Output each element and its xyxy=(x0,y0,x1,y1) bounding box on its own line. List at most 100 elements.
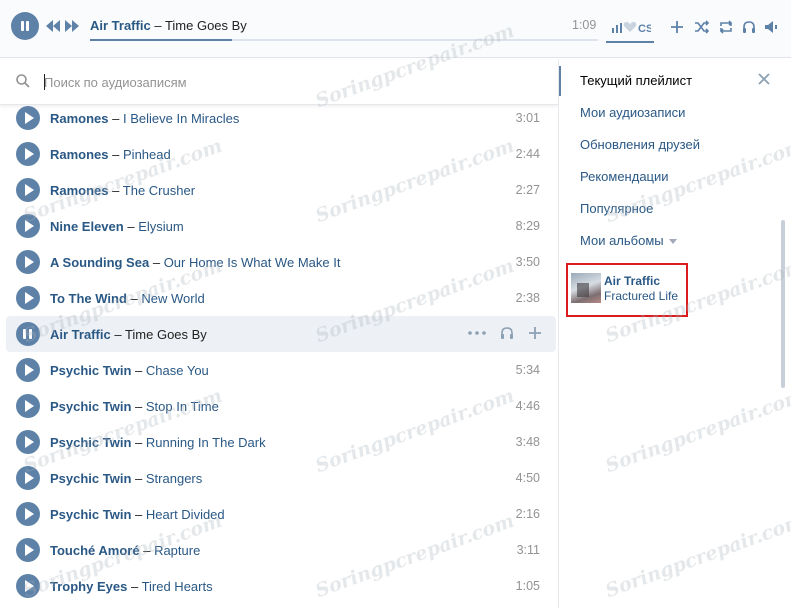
track-title[interactable]: Elysium xyxy=(138,219,184,234)
progress-slider[interactable] xyxy=(90,39,598,41)
track-row[interactable]: Psychic Twin – Running In The Dark 3:48 xyxy=(6,424,556,460)
volume-heart-icon[interactable]: CS xyxy=(611,20,651,34)
play-icon[interactable] xyxy=(16,106,40,130)
close-icon[interactable] xyxy=(758,73,770,85)
sidebar-item-recommendations[interactable]: Рекомендации xyxy=(580,169,669,184)
play-icon[interactable] xyxy=(16,394,40,418)
track-row[interactable]: Nine Eleven – Elysium 8:29 xyxy=(6,208,556,244)
sidebar-item-popular[interactable]: Популярное xyxy=(580,201,653,216)
track-row[interactable]: Ramones – Pinhead 2:44 xyxy=(6,136,556,172)
track-title[interactable]: Stop In Time xyxy=(146,399,219,414)
album-artist: Air Traffic xyxy=(604,274,661,288)
speaker-icon[interactable] xyxy=(764,20,778,34)
play-icon[interactable] xyxy=(16,466,40,490)
album-title: Fractured Life xyxy=(604,289,679,303)
headphones-icon[interactable] xyxy=(500,326,514,340)
track-separator: – xyxy=(135,435,143,450)
play-icon[interactable] xyxy=(16,286,40,310)
track-row[interactable]: A Sounding Sea – Our Home Is What We Mak… xyxy=(6,244,556,280)
track-title[interactable]: Strangers xyxy=(146,471,202,486)
track-artist[interactable]: Psychic Twin xyxy=(50,399,131,414)
track-title[interactable]: New World xyxy=(141,291,204,306)
sidebar-item-my-audio[interactable]: Мои аудиозаписи xyxy=(580,105,685,120)
track-separator: – xyxy=(135,471,143,486)
now-playing-title[interactable]: Air Traffic – Time Goes By xyxy=(90,18,247,33)
track-title[interactable]: Our Home Is What We Make It xyxy=(164,255,341,270)
play-icon[interactable] xyxy=(16,502,40,526)
play-icon[interactable] xyxy=(16,214,40,238)
shuffle-icon[interactable] xyxy=(694,20,710,34)
track-separator: – xyxy=(112,147,120,162)
track-text: Nine Eleven – Elysium xyxy=(50,219,184,234)
search-input[interactable] xyxy=(38,69,538,95)
add-icon[interactable] xyxy=(528,326,542,340)
track-artist[interactable]: Ramones xyxy=(50,147,109,162)
track-text: Ramones – Pinhead xyxy=(50,147,171,162)
repeat-icon[interactable] xyxy=(718,20,734,34)
play-icon[interactable] xyxy=(16,574,40,598)
next-icon[interactable] xyxy=(65,20,79,32)
play-icon[interactable] xyxy=(16,538,40,562)
track-row[interactable]: Psychic Twin – Heart Divided 2:16 xyxy=(6,496,556,532)
track-artist[interactable]: To The Wind xyxy=(50,291,127,306)
track-title[interactable]: The Crusher xyxy=(123,183,195,198)
more-icon[interactable] xyxy=(468,331,486,335)
pause-icon[interactable] xyxy=(16,322,40,346)
play-icon[interactable] xyxy=(16,250,40,274)
now-playing-time[interactable]: 1:09 xyxy=(572,18,596,32)
track-title[interactable]: Time Goes By xyxy=(125,327,207,342)
track-title[interactable]: Rapture xyxy=(154,543,200,558)
add-icon[interactable] xyxy=(670,20,684,34)
track-row[interactable]: Psychic Twin – Stop In Time 4:46 xyxy=(6,388,556,424)
track-row[interactable]: Ramones – The Crusher 2:27 xyxy=(6,172,556,208)
track-title[interactable]: Chase You xyxy=(146,363,209,378)
sidebar-item-friends-updates[interactable]: Обновления друзей xyxy=(580,137,700,152)
track-artist[interactable]: A Sounding Sea xyxy=(50,255,149,270)
track-row[interactable]: Ramones – I Believe In Miracles 3:01 xyxy=(6,100,556,136)
track-separator: – xyxy=(143,543,151,558)
track-artist[interactable]: Ramones xyxy=(50,183,109,198)
track-artist[interactable]: Psychic Twin xyxy=(50,507,131,522)
track-title[interactable]: Heart Divided xyxy=(146,507,225,522)
track-title[interactable]: Running In The Dark xyxy=(146,435,266,450)
play-icon[interactable] xyxy=(16,142,40,166)
sidebar-item-current-playlist[interactable]: Текущий плейлист xyxy=(580,73,692,88)
track-row[interactable]: Psychic Twin – Chase You 5:34 xyxy=(6,352,556,388)
track-title[interactable]: Pinhead xyxy=(123,147,171,162)
track-artist[interactable]: Nine Eleven xyxy=(50,219,124,234)
track-separator: – xyxy=(127,219,135,234)
track-artist[interactable]: Psychic Twin xyxy=(50,435,131,450)
track-title[interactable]: Tired Hearts xyxy=(142,579,213,594)
track-title[interactable]: I Believe In Miracles xyxy=(123,111,239,126)
track-artist[interactable]: Air Traffic xyxy=(50,327,111,342)
track-row[interactable]: Trophy Eyes – Tired Hearts 1:05 xyxy=(6,568,556,604)
prev-icon[interactable] xyxy=(46,20,60,32)
chevron-down-icon xyxy=(668,239,677,245)
track-artist[interactable]: Trophy Eyes xyxy=(50,579,127,594)
sidebar-item-my-albums[interactable]: Мои альбомы xyxy=(580,233,677,248)
track-text: Air Traffic – Time Goes By xyxy=(50,327,207,342)
pause-icon[interactable] xyxy=(11,12,39,40)
album-card[interactable]: Air Traffic Fractured Life xyxy=(566,263,688,317)
track-artist[interactable]: Ramones xyxy=(50,111,109,126)
track-row[interactable]: Air Traffic – Time Goes By xyxy=(6,316,556,352)
track-row[interactable]: To The Wind – New World 2:38 xyxy=(6,280,556,316)
now-playing-artist[interactable]: Air Traffic xyxy=(90,18,151,33)
track-artist[interactable]: Psychic Twin xyxy=(50,471,131,486)
play-icon[interactable] xyxy=(16,178,40,202)
track-duration: 3:01 xyxy=(515,111,540,125)
scrollbar[interactable] xyxy=(781,220,785,388)
track-separator: – xyxy=(135,507,143,522)
audio-app: Air Traffic – Time Goes By 1:09 CS Поиск… xyxy=(0,0,791,608)
track-artist[interactable]: Touché Amoré xyxy=(50,543,140,558)
track-row[interactable]: Touché Amoré – Rapture 3:11 xyxy=(6,532,556,568)
track-artist[interactable]: Psychic Twin xyxy=(50,363,131,378)
headphones-icon[interactable] xyxy=(742,20,756,34)
track-text: To The Wind – New World xyxy=(50,291,205,306)
progress-fill xyxy=(90,39,233,41)
play-icon[interactable] xyxy=(16,358,40,382)
track-duration: 4:50 xyxy=(515,471,540,485)
track-row[interactable]: Psychic Twin – Strangers 4:50 xyxy=(6,460,556,496)
volume-control[interactable]: CS xyxy=(606,15,654,43)
play-icon[interactable] xyxy=(16,430,40,454)
